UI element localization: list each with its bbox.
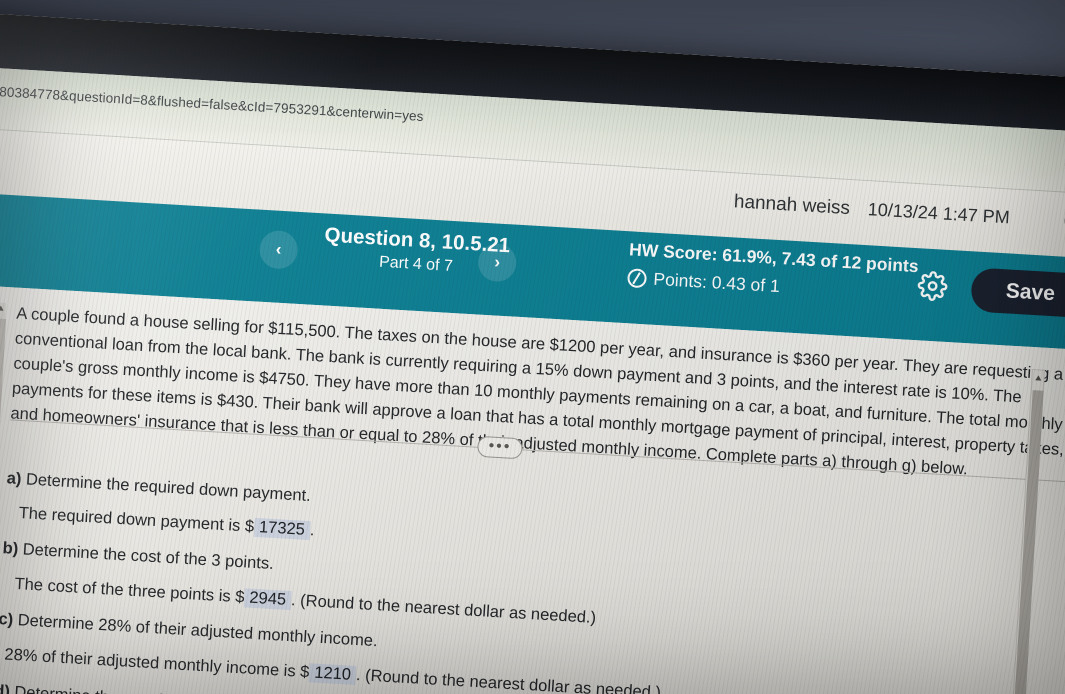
scroll-up-icon[interactable] [0, 305, 4, 311]
part-b-prompt: b) Determine the cost of the 3 points. [2, 539, 274, 574]
part-a-answer-value[interactable]: 17325 [253, 517, 311, 541]
part-c-prompt: c) Determine 28% of their adjusted month… [0, 610, 378, 651]
part-b-prompt-text: Determine the cost of the 3 points. [17, 540, 275, 574]
part-b-answer-suffix: . (Round to the nearest dollar as needed… [290, 591, 597, 627]
part-a-answer-suffix: . [309, 521, 315, 540]
part-c-answer-suffix: . (Round to the nearest dollar as needed… [355, 666, 662, 694]
part-b-answer-prefix: The cost of the three points is $ [14, 574, 245, 607]
page-scrollbar[interactable] [0, 302, 7, 694]
part-a-prompt-text: Determine the required down payment. [20, 470, 312, 506]
part-a-answer-prefix: The required down payment is $ [18, 504, 255, 536]
expand-dots-button[interactable]: ••• [476, 435, 523, 460]
part-a-answer-row: The required down payment is $17325. [18, 504, 315, 541]
exercise-content: ← A couple found a house selling for $11… [0, 281, 1065, 694]
part-c-letter: c) [0, 610, 14, 629]
save-button[interactable]: Save [970, 267, 1065, 319]
user-name: hannah weiss [733, 191, 851, 220]
part-b-letter: b) [2, 539, 19, 559]
scrollbar-track [0, 318, 7, 419]
part-c-answer-prefix: 28% of their adjusted monthly income is … [3, 645, 310, 682]
part-c-prompt-text: Determine 28% of their adjusted monthly … [12, 610, 379, 651]
points-row: Points: 0.43 of 1 [626, 267, 781, 297]
points-icon [626, 268, 648, 289]
points-text: Points: 0.43 of 1 [652, 268, 781, 297]
part-a-prompt: a) Determine the required down payment. [6, 469, 311, 506]
part-a-letter: a) [6, 469, 22, 489]
part-c-answer-row: 28% of their adjusted monthly income is … [4, 645, 662, 694]
part-b-answer-value[interactable]: 2945 [243, 588, 292, 611]
scroll-up-arrow-icon[interactable] [1035, 375, 1042, 381]
photo-of-screen: workId=680384778&questionId=8&flushed=fa… [0, 0, 1065, 694]
part-c-answer-value[interactable]: 1210 [308, 663, 357, 686]
current-datetime: 10/13/24 1:47 PM [867, 199, 1011, 228]
gear-icon[interactable] [917, 270, 949, 302]
laptop-screen: workId=680384778&questionId=8&flushed=fa… [0, 10, 1065, 694]
